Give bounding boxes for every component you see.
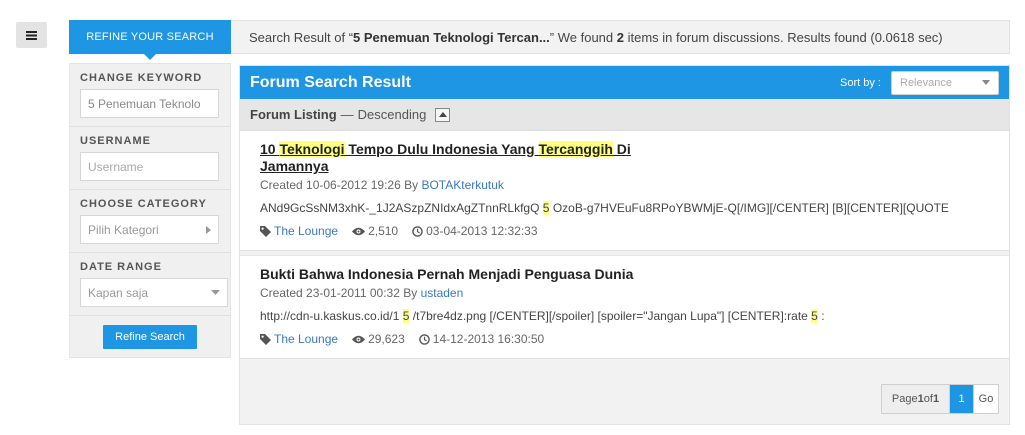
clock-icon [412,225,423,237]
sort-select-value: Relevance [900,76,952,89]
forum-listing-bar: Forum Listing — Descending [240,99,1009,131]
result-created: Created 23-01-2011 00:32 By ustaden [260,286,989,300]
forum-meta: The Lounge [260,224,338,238]
category-select[interactable]: Pilih Kategori [80,215,219,244]
title-text: 10 [260,141,280,157]
keyword-input[interactable]: 5 Penemuan Teknolo [80,89,219,118]
date-select-value: Kapan saja [88,285,149,300]
chevron-down-icon [211,290,220,295]
summary-suffix: items in forum discussions. Results foun… [623,29,943,45]
chevron-down-icon [982,80,990,85]
refine-search-tab[interactable]: REFINE YOUR SEARCH [69,19,231,60]
hamburger-icon [26,30,37,40]
username-input[interactable] [80,152,219,181]
username-label: USERNAME [80,135,151,147]
tag-icon [260,225,271,237]
author-link[interactable]: BOTAKterkutuk [421,178,503,192]
result-count: 2 [616,29,624,45]
page-info: Page 1 of 1 [882,385,950,413]
result-title-link[interactable]: 10 Teknologi Tempo Dulu Indonesia Yang T… [260,141,670,175]
refine-sidebar: CHANGE KEYWORD 5 Penemuan Teknolo USERNA… [69,63,231,358]
keyword-section: CHANGE KEYWORD 5 Penemuan Teknolo [70,64,230,127]
listing-separator: — [340,107,354,122]
page-total: 1 [932,393,940,405]
keyword-label: CHANGE KEYWORD [80,72,203,84]
views-meta: 29,623 [352,332,405,346]
date-range-select[interactable]: Kapan saja [80,278,228,307]
refine-button-wrap: Refine Search [70,316,230,357]
go-button[interactable]: Go [974,385,998,413]
title-highlight: Teknologi [279,141,345,157]
tag-icon [260,333,271,345]
pagination: Page 1 of 1 1 Go [881,384,999,414]
sort-label: Sort by : [840,76,881,89]
forum-link[interactable]: The Lounge [274,332,338,346]
listing-order: Descending [357,107,427,122]
result-snippet: ANd9GcSsNM3xhK-_1J2ASzpZNIdxAgZTnnRLkfgQ… [260,201,989,215]
last-post-time: 14-12-2013 16:30:50 [432,332,545,346]
last-post-time: 03-04-2013 12:32:33 [426,224,538,238]
result-created: Created 10-06-2012 19:26 By BOTAKterkutu… [260,178,989,192]
username-section: USERNAME [70,127,230,190]
snippet-highlight: 5 [542,201,550,215]
snippet-text: OzoB-g7HVEuFu8RPoYBWMjE-Q[/IMG][/CENTER]… [552,201,949,215]
time-meta: 14-12-2013 16:30:50 [418,332,545,346]
category-section: CHOOSE CATEGORY Pilih Kategori [70,190,230,253]
clock-icon [418,333,430,345]
snippet-text: /t7bre4dz.png [/CENTER][/spoiler] [spoil… [412,309,808,323]
author-link[interactable]: ustaden [421,286,464,300]
snippet-text: ANd9GcSsNM3xhK-_1J2ASzpZNIdxAgZTnnRLkfgQ [260,201,540,215]
search-summary-bar: REFINE YOUR SEARCH Search Result of “5 P… [69,19,1010,60]
forum-link[interactable]: The Lounge [274,224,338,238]
forum-search-result-panel: Forum Search Result Sort by : Relevance … [239,65,1010,425]
collapse-button[interactable] [435,107,451,122]
views-count: 29,623 [368,332,405,346]
search-summary-text: Search Result of “5 Penemuan Teknologi T… [231,30,943,45]
page-prefix: Page [891,393,918,405]
chevron-right-icon [206,225,211,234]
views-count: 2,510 [368,224,399,238]
sort-control: Sort by : Relevance [840,70,999,95]
title-text: Tempo Dulu Indonesia Yang [344,141,539,157]
title-highlight: Tercanggih [538,141,613,157]
summary-mid: ” We found [549,29,617,45]
results-title: Forum Search Result [250,73,411,91]
result-snippet: http://cdn-u.kaskus.co.id/1 5 /t7bre4dz.… [260,309,989,323]
menu-button[interactable] [16,22,47,48]
refine-search-button[interactable]: Refine Search [103,325,197,349]
results-header: Forum Search Result Sort by : Relevance [240,66,1009,99]
category-select-value: Pilih Kategori [88,222,159,237]
views-meta: 2,510 [352,224,398,238]
listing-label: Forum Listing [250,107,337,122]
result-title-link[interactable]: Bukti Bahwa Indonesia Pernah Menjadi Pen… [260,266,989,283]
eye-icon [352,227,366,235]
page-of: of [923,393,933,405]
search-query: 5 Penemuan Teknologi Tercan... [353,29,550,45]
created-text: Created 10-06-2012 19:26 By [260,178,422,192]
snippet-highlight: 5 [811,309,818,323]
created-text: Created 23-01-2011 00:32 By [260,286,421,300]
snippet-highlight: 5 [402,309,410,323]
summary-prefix: Search Result of “ [249,29,354,45]
title-text: Bukti Bahwa Indonesia Pernah Menjadi Pen… [260,266,634,282]
snippet-text: : [821,309,825,323]
sort-select[interactable]: Relevance [891,70,999,95]
eye-icon [352,335,366,343]
snippet-text: http://cdn-u.kaskus.co.id/1 [260,309,400,323]
date-section: DATE RANGE Kapan saja [70,253,230,316]
result-meta: The Lounge 29,623 14-12-2013 16:30:50 [260,332,989,346]
time-meta: 03-04-2013 12:32:33 [412,224,538,238]
caret-up-icon [438,112,447,117]
result-item: 10 Teknologi Tempo Dulu Indonesia Yang T… [240,131,1009,251]
date-label: DATE RANGE [80,261,162,273]
forum-meta: The Lounge [260,332,338,346]
result-meta: The Lounge 2,510 03-04-2013 12:32:33 [260,224,989,238]
page-1-button[interactable]: 1 [950,385,974,413]
category-label: CHOOSE CATEGORY [80,198,207,210]
result-item: Bukti Bahwa Indonesia Pernah Menjadi Pen… [240,255,1009,359]
